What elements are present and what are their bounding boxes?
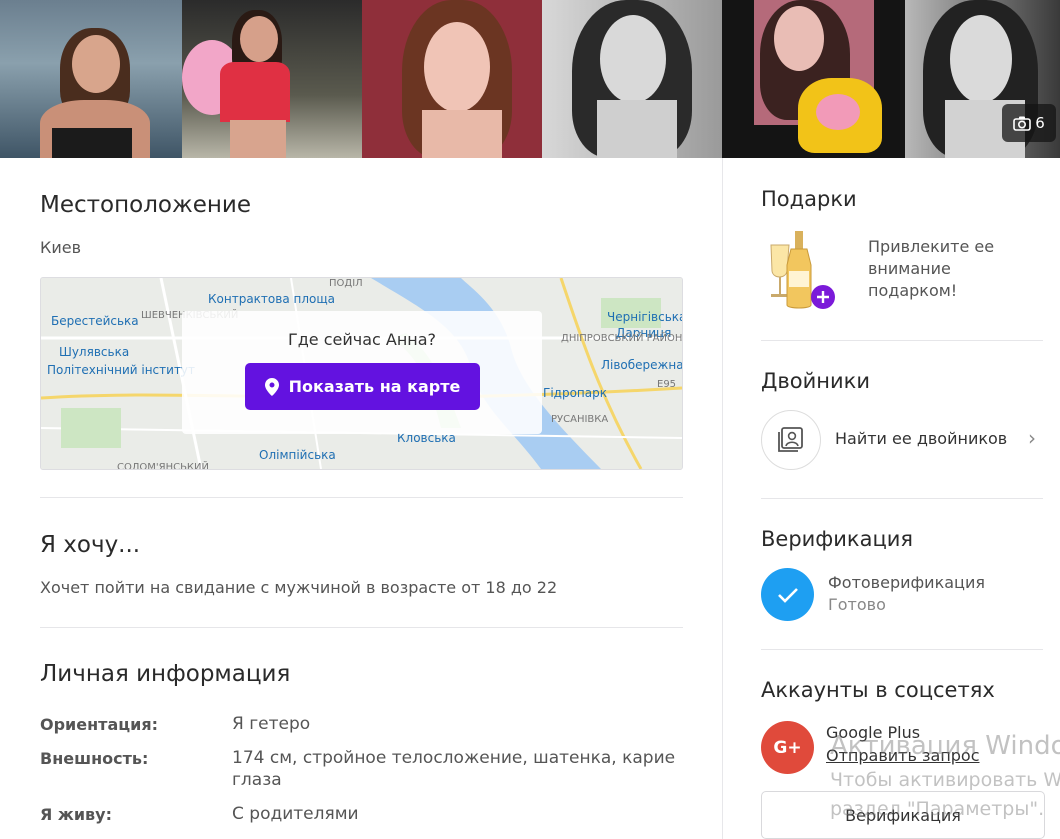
watermark-line: раздел "Параметры". <box>830 798 1045 820</box>
photo-2[interactable] <box>182 0 362 158</box>
wants-title: Я хочу... <box>40 532 141 558</box>
map-overlay: Где сейчас Анна? Показать на карте <box>182 311 542 434</box>
champagne-icon <box>770 231 835 309</box>
photo-verification-label: Фотоверификация <box>828 573 985 592</box>
photo-count-label: 6 <box>1035 114 1045 132</box>
map-label: Шулявська <box>59 345 130 359</box>
show-on-map-label: Показать на карте <box>288 377 461 396</box>
map-label-small: РУСАНІВКА <box>551 414 609 425</box>
location-title: Местоположение <box>40 192 251 218</box>
map-label: Контрактова площа <box>208 292 336 306</box>
photo-frame-icon <box>778 427 803 452</box>
map-label-small: E95 <box>657 379 677 390</box>
verification-title: Верификация <box>761 527 914 551</box>
gifts-text: Привлеките ее внимание подарком! <box>868 237 995 300</box>
social-title: Аккаунты в соцсетях <box>761 678 995 702</box>
photo-count-badge[interactable]: 6 <box>1002 104 1056 142</box>
map-label-small: ПОДІЛ <box>329 278 363 289</box>
find-twins-link[interactable]: Найти ее двойников <box>835 429 1007 448</box>
gifts-title: Подарки <box>761 187 857 211</box>
divider <box>761 340 1043 341</box>
camera-icon <box>1013 116 1032 131</box>
map-label-small: СОЛОМ'ЯНСЬКИЙ <box>117 462 209 470</box>
location-city: Киев <box>40 238 82 257</box>
chevron-right-icon[interactable]: › <box>1028 426 1036 450</box>
map-label: Лівобережна <box>601 358 683 372</box>
info-value-living: С родителями <box>232 804 359 824</box>
personal-info-title: Личная информация <box>40 661 291 687</box>
map-question: Где сейчас Анна? <box>287 330 437 349</box>
twins-icon-circle[interactable] <box>761 410 821 470</box>
gift-champagne-icon[interactable] <box>761 231 843 311</box>
info-value-orientation: Я гетеро <box>232 714 311 734</box>
map-label-small: ДНІПРОВСЬКИЙ РАЙОН <box>561 333 683 344</box>
twins-title: Двойники <box>761 369 870 393</box>
photo-gallery[interactable]: 6 <box>0 0 1060 158</box>
info-label-living: Я живу: <box>40 805 112 824</box>
checkmark-icon <box>761 568 814 621</box>
location-map[interactable]: Контрактова площа Берестейська Шулявська… <box>40 277 683 470</box>
wants-text: Хочет пойти на свидание с мужчиной в воз… <box>40 578 558 597</box>
map-pin-icon <box>264 377 279 396</box>
map-label: Політехнічний інститут <box>47 363 196 377</box>
info-label-orientation: Ориентация: <box>40 715 158 734</box>
photo-3[interactable] <box>362 0 542 158</box>
watermark-line: Активация Windo <box>830 731 1060 761</box>
watermark-line: Чтобы активировать W <box>830 769 1060 791</box>
google-plus-icon: G+ <box>761 721 814 774</box>
photo-4[interactable] <box>542 0 722 158</box>
divider <box>40 497 683 498</box>
map-label: Гідропарк <box>543 386 607 400</box>
map-label: Олімпійська <box>259 448 336 462</box>
info-label-appearance: Внешность: <box>40 749 149 768</box>
photo-1[interactable] <box>0 0 182 158</box>
show-on-map-button[interactable]: Показать на карте <box>245 363 480 410</box>
divider <box>40 627 683 628</box>
main-column: Местоположение Киев Контрактова площа Бе… <box>0 158 722 839</box>
divider <box>761 498 1043 499</box>
info-value-appearance: 174 см, стройное телосложение, шатенка, … <box>232 748 676 790</box>
divider <box>761 649 1043 650</box>
photo-5[interactable] <box>722 0 905 158</box>
photo-verification-status: Готово <box>828 595 886 614</box>
map-label: Чернігівська <box>607 310 683 324</box>
map-label: Берестейська <box>51 314 139 328</box>
